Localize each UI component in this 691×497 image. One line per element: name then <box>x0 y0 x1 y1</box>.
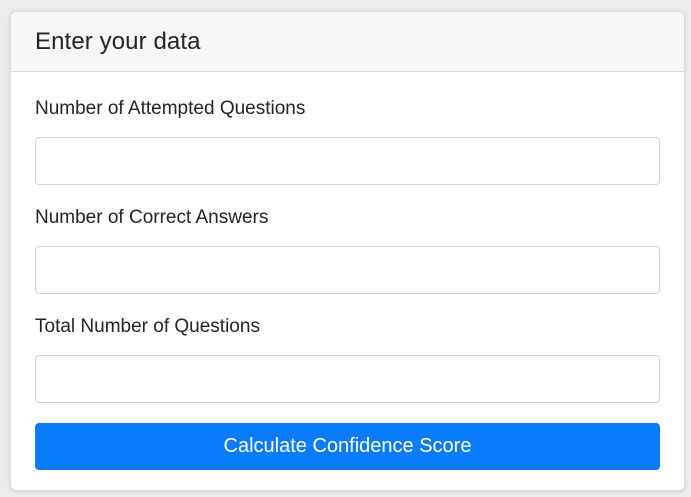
attempted-questions-group: Number of Attempted Questions <box>35 98 660 185</box>
total-questions-label: Total Number of Questions <box>35 316 260 337</box>
card-header: Enter your data <box>11 12 684 72</box>
correct-answers-group: Number of Correct Answers <box>35 207 660 294</box>
attempted-questions-input[interactable] <box>35 137 660 185</box>
calculate-confidence-score-button[interactable]: Calculate Confidence Score <box>35 423 660 470</box>
attempted-questions-label: Number of Attempted Questions <box>35 98 306 119</box>
total-questions-input[interactable] <box>35 355 660 403</box>
data-entry-card: Enter your data Number of Attempted Ques… <box>10 11 685 491</box>
total-questions-group: Total Number of Questions <box>35 316 660 403</box>
card-title: Enter your data <box>35 27 201 55</box>
correct-answers-input[interactable] <box>35 246 660 294</box>
correct-answers-label: Number of Correct Answers <box>35 207 269 228</box>
card-body: Number of Attempted Questions Number of … <box>11 72 684 470</box>
